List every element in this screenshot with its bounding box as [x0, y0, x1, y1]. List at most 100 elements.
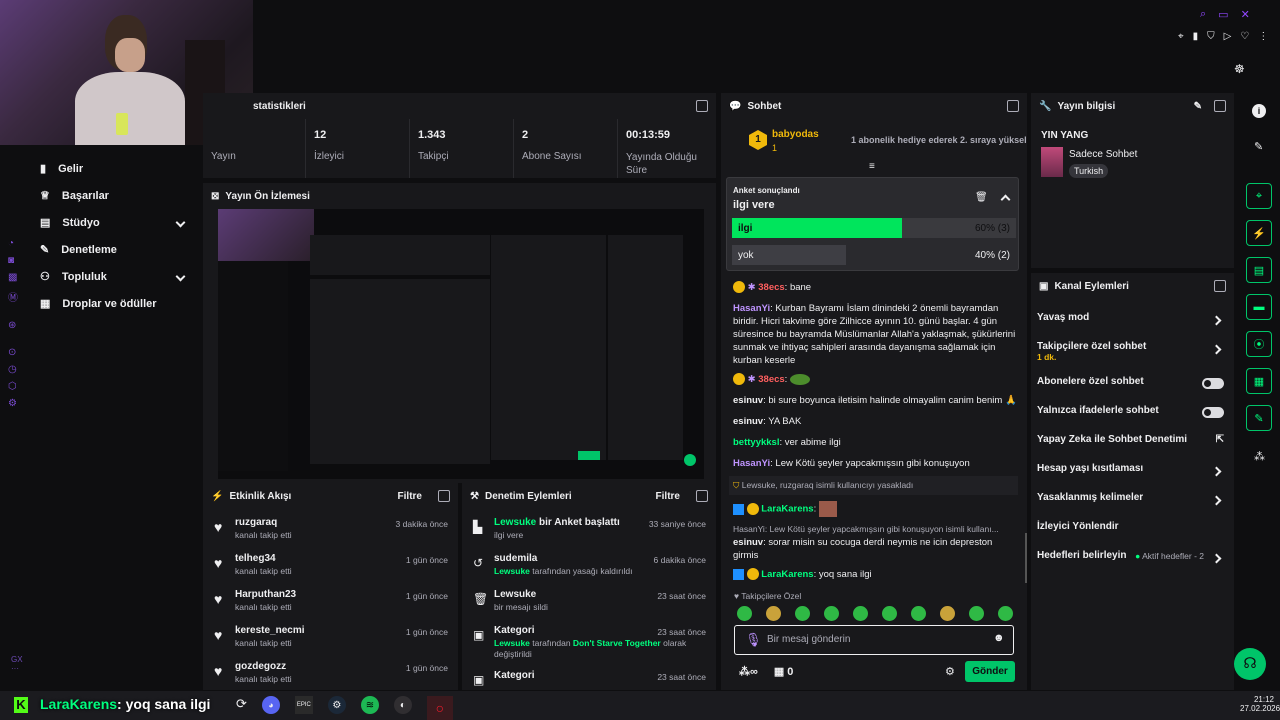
chat-username[interactable]: esinuv	[733, 416, 763, 427]
rail-icon-9[interactable]: ⚙	[8, 398, 24, 409]
expand-icon[interactable]	[696, 100, 708, 112]
toggle-switch[interactable]	[1202, 378, 1224, 389]
emote-icon[interactable]	[911, 606, 926, 621]
app-icon[interactable]: ⟳	[236, 696, 247, 720]
reply-ref[interactable]: HasanYi: Lew Kötü şeyler yapcakmışsın gi…	[733, 523, 1018, 536]
category-name[interactable]: Sadece Sohbet	[1069, 149, 1137, 160]
wrench-icon[interactable]: ✎	[1246, 405, 1272, 431]
emote-icon[interactable]	[969, 606, 984, 621]
expand-icon[interactable]	[1214, 280, 1226, 292]
channel-action[interactable]: Yalnızca ifadelerle sohbet	[1031, 403, 1234, 432]
mod-item[interactable]: ▣ Kategori 23 saat önce	[462, 670, 716, 690]
activity-item[interactable]: telheg34kanalı takip etti1 gün önce	[203, 553, 458, 589]
chat-username[interactable]: HasanYi	[733, 458, 770, 469]
toggle-switch[interactable]	[1202, 407, 1224, 418]
mod-item[interactable]: 🗑 Lewsuke 23 saat önce bir mesajı sildi	[462, 589, 716, 625]
obs-icon[interactable]: ◐	[393, 696, 412, 714]
points-icon[interactable]: ⁂∞	[739, 665, 758, 678]
steam-icon[interactable]: ⚙	[327, 696, 346, 714]
sidebar-item-basarilar[interactable]: ♕ Başarılar	[40, 182, 190, 209]
doc-icon[interactable]: ▤	[1246, 257, 1272, 283]
chevron-divider-icon[interactable]: ≡	[869, 161, 875, 172]
broadcast-icon[interactable]: ⦿	[1246, 331, 1272, 357]
emote-icon[interactable]	[795, 606, 810, 621]
mod-item[interactable]: ▣ Kategori 23 saat önce Lewsuke tarafından …	[462, 625, 716, 670]
mod-actor[interactable]: Lewsuke	[494, 638, 530, 648]
heart-outline-icon[interactable]: ♡	[1240, 31, 1249, 45]
edit-icon[interactable]: ✎	[1194, 101, 1202, 112]
chevron-up-icon[interactable]	[1000, 194, 1011, 205]
filter-button[interactable]: Filtre	[398, 491, 422, 502]
channel-action[interactable]: Hedefleri belirleyin ● Aktif hedefler - 2	[1031, 548, 1234, 577]
scrollbar[interactable]	[1025, 533, 1027, 583]
chat-username[interactable]: esinuv	[733, 537, 763, 548]
activity-item[interactable]: Harputhan23kanalı takip etti1 gün önce	[203, 589, 458, 625]
bolt-icon[interactable]: ⚡	[1246, 220, 1272, 246]
pin-icon[interactable]: ⌖	[1178, 31, 1184, 45]
rail-icon-8[interactable]: ⬡	[8, 381, 24, 392]
chat-username[interactable]: LaraKarens	[761, 569, 813, 580]
mod-item[interactable]: ▙ Lewsuke bir Anket başlattı 33 saniye önc…	[462, 517, 716, 553]
rail-icon-1[interactable]: ◔	[8, 238, 24, 249]
filter-button[interactable]: Filtre	[656, 491, 680, 502]
rail-icon-2[interactable]: ◙	[8, 255, 24, 266]
spotify-icon[interactable]: ≋	[360, 696, 379, 714]
channel-action[interactable]: İzleyici Yönlendir	[1031, 519, 1234, 548]
target-icon[interactable]: ⌖	[1246, 183, 1272, 209]
mod-actor[interactable]: Lewsuke	[494, 566, 530, 576]
expand-icon[interactable]	[1214, 100, 1226, 112]
emote-icon[interactable]	[853, 606, 868, 621]
shield-icon[interactable]: ⛉	[1207, 31, 1215, 45]
more-icon[interactable]: ⋮	[1258, 31, 1268, 45]
trash-icon[interactable]: 🗑	[975, 192, 988, 203]
epic-icon[interactable]: EPIC	[294, 696, 313, 714]
rail-icon-3[interactable]: ▩	[8, 272, 24, 283]
emoji-icon[interactable]: ☻	[993, 632, 1005, 644]
mic-icon[interactable]: 🎙	[745, 632, 762, 648]
chat-username[interactable]: esinuv	[733, 395, 763, 406]
send-button[interactable]: Gönder	[965, 661, 1015, 682]
points-icon[interactable]: ⁂	[1254, 450, 1265, 463]
channel-action[interactable]: Yavaş mod	[1031, 310, 1234, 339]
search-icon[interactable]: ⌕	[1200, 8, 1206, 22]
pencil-icon[interactable]: ✎	[1254, 140, 1263, 153]
sidebar-item-droplar[interactable]: ▦ Droplar ve ödüller	[40, 290, 190, 317]
chat-username[interactable]: HasanYi	[733, 303, 770, 314]
kick-logo-icon[interactable]: K	[14, 697, 28, 713]
window-icon[interactable]: ▭	[1218, 8, 1228, 22]
mod-name[interactable]: Kategori	[494, 670, 535, 681]
chat-username[interactable]: bettyykksl	[733, 437, 779, 448]
emote-icon[interactable]	[882, 606, 897, 621]
channel-action[interactable]: Takipçilere özel sohbet 1 dk.	[1031, 339, 1234, 374]
rail-icon-4[interactable]: Ⓜ	[8, 289, 24, 304]
emote-icon[interactable]	[766, 606, 781, 621]
channel-action[interactable]: Abonelere özel sohbet	[1031, 374, 1234, 403]
expand-icon[interactable]	[1007, 100, 1019, 112]
rail-icon-6[interactable]: ⊙	[8, 347, 24, 358]
mod-item[interactable]: ↺ sudemila 6 dakika önce Lewsuke tarafından…	[462, 553, 716, 589]
close-icon[interactable]: ✕	[1241, 8, 1250, 22]
expand-icon[interactable]	[696, 490, 708, 502]
store-icon[interactable]: ▦	[1246, 368, 1272, 394]
bookmark-icon[interactable]: ▮	[1193, 31, 1199, 45]
play-icon[interactable]: ▷	[1224, 31, 1232, 45]
emote-icon[interactable]	[998, 606, 1013, 621]
emote-icon[interactable]	[940, 606, 955, 621]
opera-icon[interactable]: ○	[426, 696, 453, 720]
chat-input[interactable]: 🎙 Bir mesaj gönderin ☻	[734, 625, 1014, 655]
sidebar-item-denetleme[interactable]: ✎ Denetleme	[40, 236, 190, 263]
channel-action[interactable]: Hesap yaşı kısıtlaması	[1031, 461, 1234, 490]
emote-icon[interactable]	[824, 606, 839, 621]
chat-username[interactable]: 38ecs	[758, 282, 784, 293]
mod-name[interactable]: Lewsuke	[494, 517, 536, 528]
activity-item[interactable]: kereste_necmikanalı takip etti1 gün önce	[203, 625, 458, 661]
mod-name[interactable]: Lewsuke	[494, 589, 536, 600]
sidebar-item-topluluk[interactable]: ⚇ Topluluk	[40, 263, 190, 290]
rail-icon-7[interactable]: ◷	[8, 364, 24, 375]
settings-icon[interactable]: ⚙	[945, 665, 955, 678]
chat-bubble-icon[interactable]: ▬	[1246, 294, 1272, 320]
sidebar-item-gelir[interactable]: ▮ Gelir	[40, 155, 190, 182]
headset-button[interactable]: ☊	[1234, 648, 1266, 680]
chat-username[interactable]: 38ecs	[758, 374, 784, 385]
mod-name[interactable]: Kategori	[494, 625, 535, 636]
